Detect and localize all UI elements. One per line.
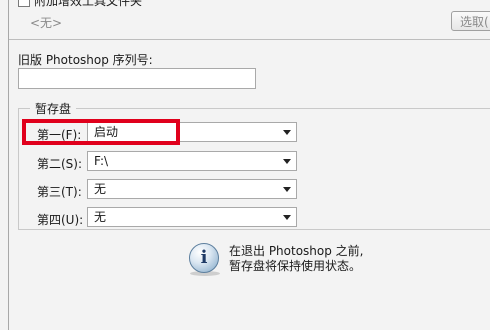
legacy-serial-input[interactable] xyxy=(18,68,256,89)
choose-folder-button[interactable]: 选取( xyxy=(451,11,490,31)
scratch-third-label: 第三(T): xyxy=(37,185,82,199)
dropdown-arrow-icon[interactable] xyxy=(283,215,291,220)
scratch-third-value: 无 xyxy=(94,182,107,196)
plugins-folder-value: <无> xyxy=(30,16,63,30)
panel-border xyxy=(8,0,9,330)
scratch-fourth-select[interactable]: 无 xyxy=(87,207,297,227)
scratch-fourth-value: 无 xyxy=(94,210,107,224)
dropdown-arrow-icon[interactable] xyxy=(283,159,291,164)
scratch-second-select[interactable]: F:\ xyxy=(87,151,297,171)
scratch-second-label: 第二(S): xyxy=(37,157,83,171)
info-line-2: 暂存盘将保持使用状态。 xyxy=(229,259,362,273)
additional-plugins-label: 附加增效工具文件夹 xyxy=(34,0,143,8)
red-highlight-box xyxy=(22,119,180,145)
info-icon: i xyxy=(189,243,219,273)
dropdown-arrow-icon[interactable] xyxy=(283,187,291,192)
scratch-fourth-label: 第四(U): xyxy=(37,213,84,227)
legacy-serial-label: 旧版 Photoshop 序列号: xyxy=(18,53,153,67)
dropdown-arrow-icon[interactable] xyxy=(283,130,291,135)
scratch-disks-title: 暂存盘 xyxy=(30,100,77,117)
scratch-third-select[interactable]: 无 xyxy=(87,179,297,199)
scratch-info-text: 在退出 Photoshop 之前, 暂存盘将保持使用状态。 xyxy=(229,244,364,274)
additional-plugins-checkbox[interactable]: 附加增效工具文件夹 xyxy=(18,0,142,9)
section-divider xyxy=(9,39,490,40)
scratch-second-value: F:\ xyxy=(94,154,109,168)
checkbox-box[interactable] xyxy=(18,0,30,7)
info-line-1: 在退出 Photoshop 之前, xyxy=(229,244,364,258)
